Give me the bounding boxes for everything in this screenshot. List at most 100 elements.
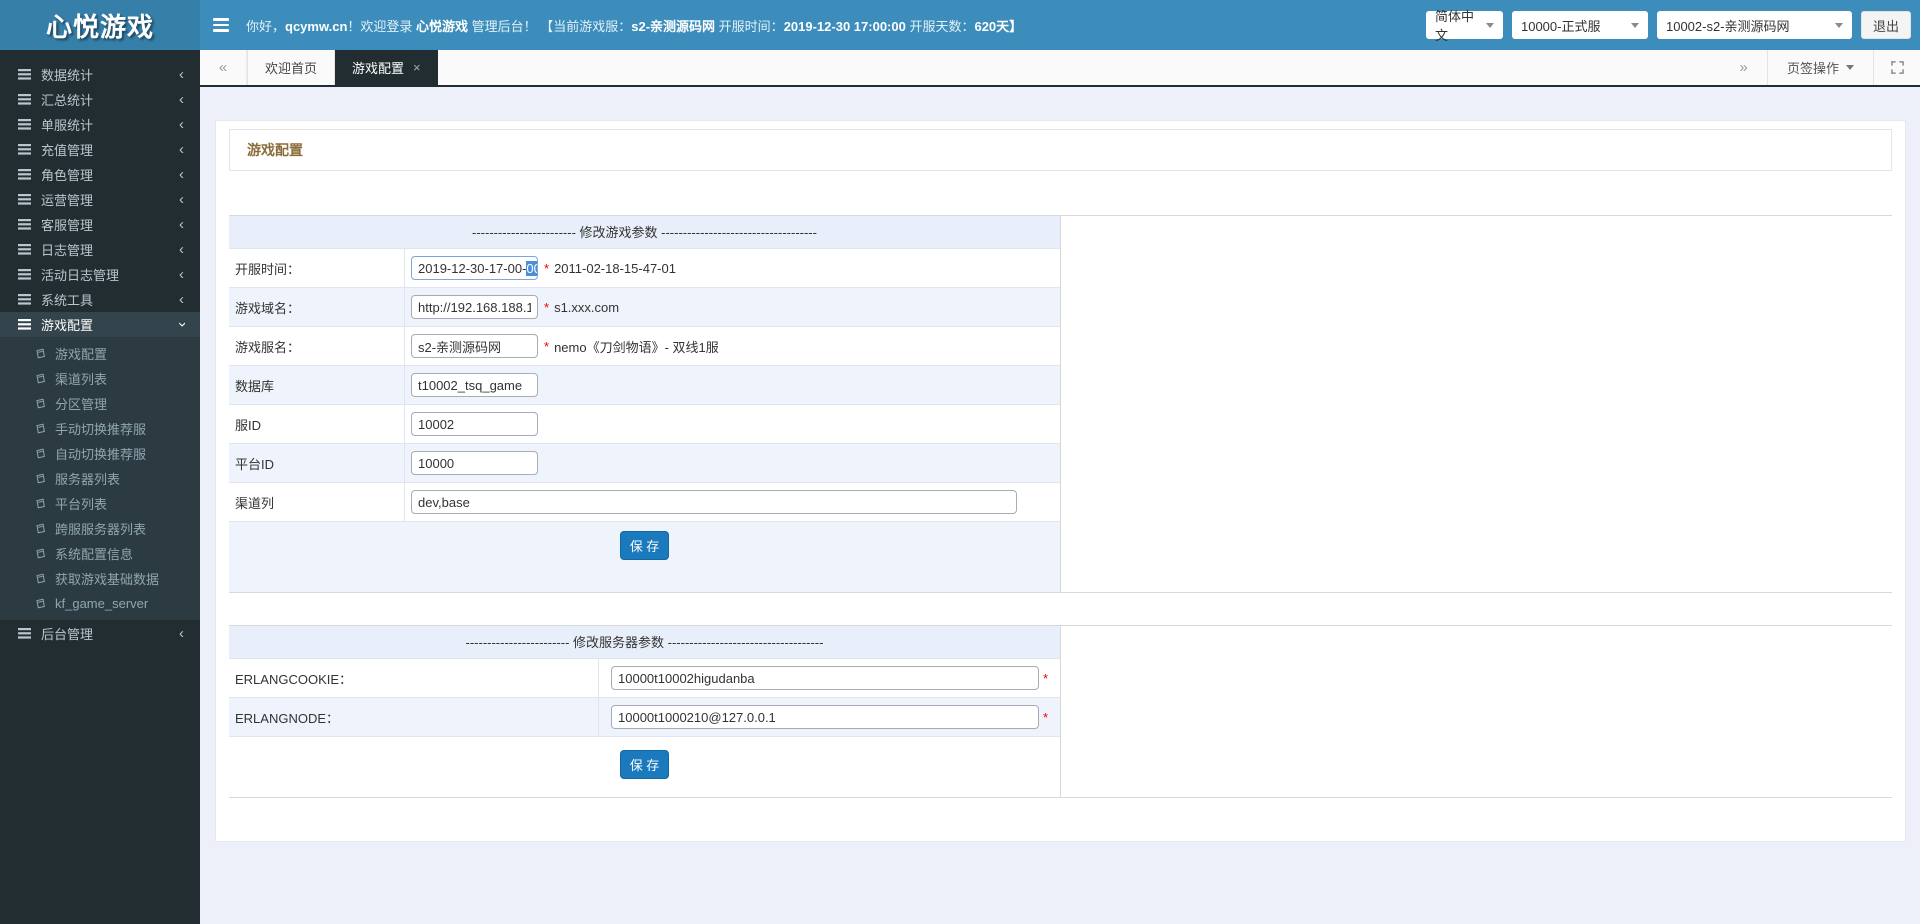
server-id-input[interactable] — [411, 412, 538, 436]
save-game-params-button[interactable]: 保 存 — [620, 531, 670, 560]
chevron-down-icon: ‹ — [174, 322, 189, 327]
database-input[interactable] — [411, 373, 538, 397]
logout-button[interactable]: 退出 — [1861, 11, 1911, 39]
form-row-database: 数据库 — [229, 366, 1060, 405]
field-value-cell — [405, 444, 1060, 482]
fullscreen-button[interactable] — [1874, 50, 1920, 85]
book-icon — [35, 473, 46, 484]
field-value-cell — [405, 366, 1060, 404]
field-value-cell: * — [599, 659, 1060, 697]
selected-text: 00 — [526, 261, 538, 276]
platform-select[interactable]: 10000-正式服 — [1512, 11, 1648, 39]
tab-welcome-home[interactable]: 欢迎首页 — [247, 50, 335, 85]
sidebar-item-backend-mgmt[interactable]: 后台管理‹ — [0, 621, 200, 646]
sidebar-menu-bottom: 后台管理‹ — [0, 620, 200, 646]
book-icon — [35, 498, 46, 509]
list-icon — [18, 219, 31, 230]
submenu-item-platform-list[interactable]: 平台列表 — [0, 491, 200, 516]
erlang-node-input[interactable] — [611, 705, 1039, 729]
app-window: 心悦游戏 你好，qcymw.cn！欢迎登录 心悦游戏 管理后台！ 【当前游戏服：… — [0, 0, 1920, 924]
open-time-input[interactable]: 2019-12-30-17-00-00 — [411, 256, 538, 280]
main-area: « 欢迎首页 游戏配置× » 页签操作 游戏配置 ---------------… — [200, 50, 1920, 924]
list-icon — [18, 244, 31, 255]
header-right: 简体中文 10000-正式服 10002-s2-亲测源码网 退出 — [1426, 0, 1920, 50]
list-icon — [18, 294, 31, 305]
submenu-item-kf-game-server[interactable]: kf_game_server — [0, 591, 200, 616]
save-row: 保 存 — [229, 522, 1060, 592]
submenu-item-manual-switch-recommend[interactable]: 手动切换推荐服 — [0, 416, 200, 441]
channel-list-input[interactable] — [411, 490, 1017, 514]
save-server-params-button[interactable]: 保 存 — [620, 750, 670, 779]
platform-id-input[interactable] — [411, 451, 538, 475]
submenu-item-cross-server-list[interactable]: 跨服服务器列表 — [0, 516, 200, 541]
book-icon — [35, 423, 46, 434]
server-params-header: ------------------------ 修改服务器参数 -------… — [229, 626, 1060, 659]
server-params-section: ------------------------ 修改服务器参数 -------… — [229, 625, 1892, 798]
submenu-item-auto-switch-recommend[interactable]: 自动切换推荐服 — [0, 441, 200, 466]
open-time-text: 2019-12-30 17:00:00 — [784, 19, 906, 34]
server-name-input[interactable] — [411, 334, 538, 358]
save-row: 保 存 — [229, 737, 1060, 797]
tabs-scroll-left-button[interactable]: « — [200, 50, 247, 85]
tab-game-config[interactable]: 游戏配置× — [335, 50, 438, 85]
sidebar-item-system-tools[interactable]: 系统工具‹ — [0, 287, 200, 312]
submenu-item-system-config-info[interactable]: 系统配置信息 — [0, 541, 200, 566]
game-params-table: ------------------------ 修改游戏参数 --------… — [229, 216, 1061, 592]
sidebar-item-role-mgmt[interactable]: 角色管理‹ — [0, 162, 200, 187]
sidebar-item-customer-service[interactable]: 客服管理‹ — [0, 212, 200, 237]
open-days-text: 620天】 — [974, 19, 1022, 34]
list-icon — [18, 169, 31, 180]
field-label: 渠道列 — [229, 483, 405, 521]
field-label: 数据库 — [229, 366, 405, 404]
book-icon — [35, 573, 46, 584]
sidebar-item-operation-mgmt[interactable]: 运营管理‹ — [0, 187, 200, 212]
sidebar-item-recharge-mgmt[interactable]: 充值管理‹ — [0, 137, 200, 162]
submenu-item-server-list[interactable]: 服务器列表 — [0, 466, 200, 491]
top-header: 心悦游戏 你好，qcymw.cn！欢迎登录 心悦游戏 管理后台！ 【当前游戏服：… — [0, 0, 1920, 50]
game-params-section: ------------------------ 修改游戏参数 --------… — [229, 215, 1892, 593]
submenu-item-game-config[interactable]: 游戏配置 — [0, 341, 200, 366]
chevron-left-icon: ‹ — [179, 92, 184, 107]
header-left: 你好，qcymw.cn！欢迎登录 心悦游戏 管理后台！ 【当前游戏服：s2-亲测… — [200, 0, 1426, 50]
sidebar-toggle-icon[interactable] — [211, 14, 231, 36]
expand-icon — [1891, 61, 1904, 74]
tab-operations-dropdown[interactable]: 页签操作 — [1767, 50, 1874, 85]
field-value-cell — [405, 483, 1060, 521]
sidebar-item-log-mgmt[interactable]: 日志管理‹ — [0, 237, 200, 262]
erlang-cookie-input[interactable] — [611, 666, 1039, 690]
tab-bar: « 欢迎首页 游戏配置× » 页签操作 — [200, 50, 1920, 87]
sidebar-item-summary-stats[interactable]: 汇总统计‹ — [0, 87, 200, 112]
sidebar-item-activity-log-mgmt[interactable]: 活动日志管理‹ — [0, 262, 200, 287]
sidebar-item-single-server-stats[interactable]: 单服统计‹ — [0, 112, 200, 137]
field-label: 服ID — [229, 405, 405, 443]
required-mark: * — [1043, 710, 1048, 725]
chevron-left-icon: ‹ — [179, 292, 184, 307]
sidebar-item-data-stats[interactable]: 数据统计‹ — [0, 62, 200, 87]
book-icon — [35, 348, 46, 359]
sidebar-item-game-config[interactable]: 游戏配置‹ — [0, 312, 200, 337]
field-label: 平台ID — [229, 444, 405, 482]
form-row-erlang-node: ERLANGNODE： * — [229, 698, 1060, 737]
list-icon — [18, 194, 31, 205]
game-server-select[interactable]: 10002-s2-亲测源码网 — [1657, 11, 1852, 39]
tabs-scroll-right-button[interactable]: » — [1720, 50, 1767, 85]
form-row-channel-list: 渠道列 — [229, 483, 1060, 522]
close-tab-icon[interactable]: × — [413, 60, 421, 75]
game-domain-input[interactable] — [411, 295, 538, 319]
field-label: ERLANGCOOKIE： — [229, 659, 599, 697]
field-note: 2011-02-18-15-47-01 — [554, 261, 676, 276]
chevron-left-icon: ‹ — [179, 192, 184, 207]
book-icon — [35, 523, 46, 534]
submenu-item-channel-list[interactable]: 渠道列表 — [0, 366, 200, 391]
current-server-text: s2-亲测源码网 — [631, 19, 715, 34]
book-icon — [35, 398, 46, 409]
content-panel: 游戏配置 ------------------------ 修改游戏参数 ---… — [215, 120, 1906, 842]
required-mark: * — [544, 339, 549, 354]
language-select[interactable]: 简体中文 — [1426, 11, 1503, 39]
chevron-left-icon: ‹ — [179, 117, 184, 132]
sidebar: 数据统计‹ 汇总统计‹ 单服统计‹ 充值管理‹ 角色管理‹ 运营管理‹ 客服管理… — [0, 50, 200, 924]
submenu-item-fetch-game-base-data[interactable]: 获取游戏基础数据 — [0, 566, 200, 591]
submenu-item-partition-mgmt[interactable]: 分区管理 — [0, 391, 200, 416]
required-mark: * — [1043, 671, 1048, 686]
list-icon — [18, 119, 31, 130]
